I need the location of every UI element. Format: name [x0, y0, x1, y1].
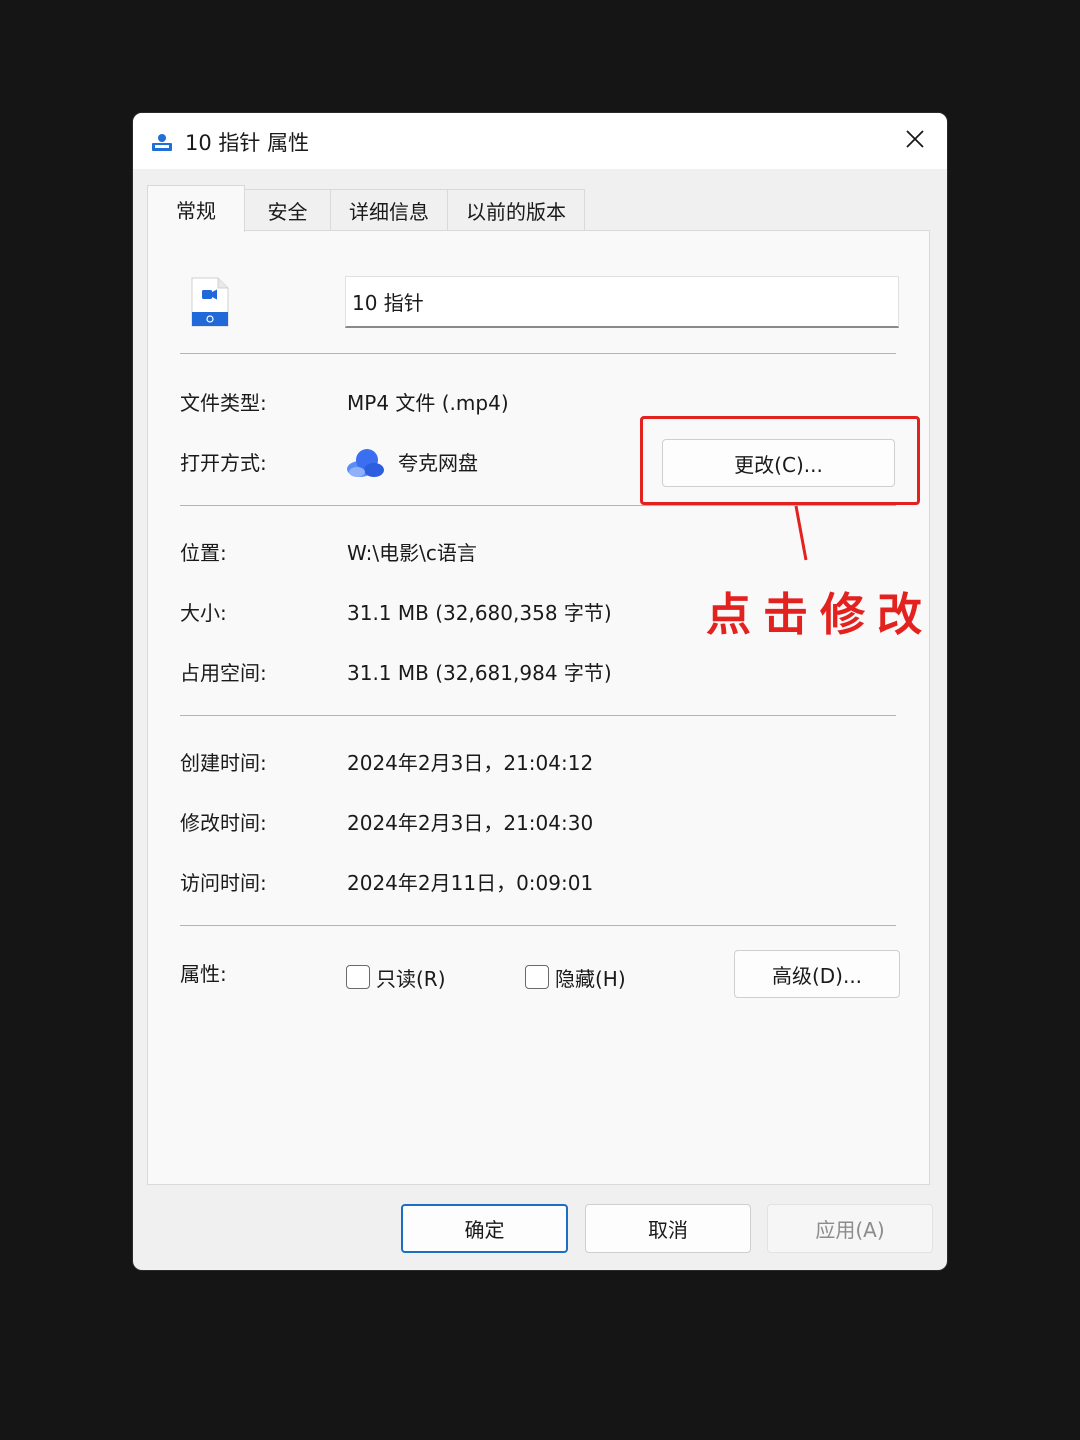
annotation-text: 点击修改 — [706, 588, 935, 641]
tab-general[interactable]: 常规 — [147, 185, 245, 232]
